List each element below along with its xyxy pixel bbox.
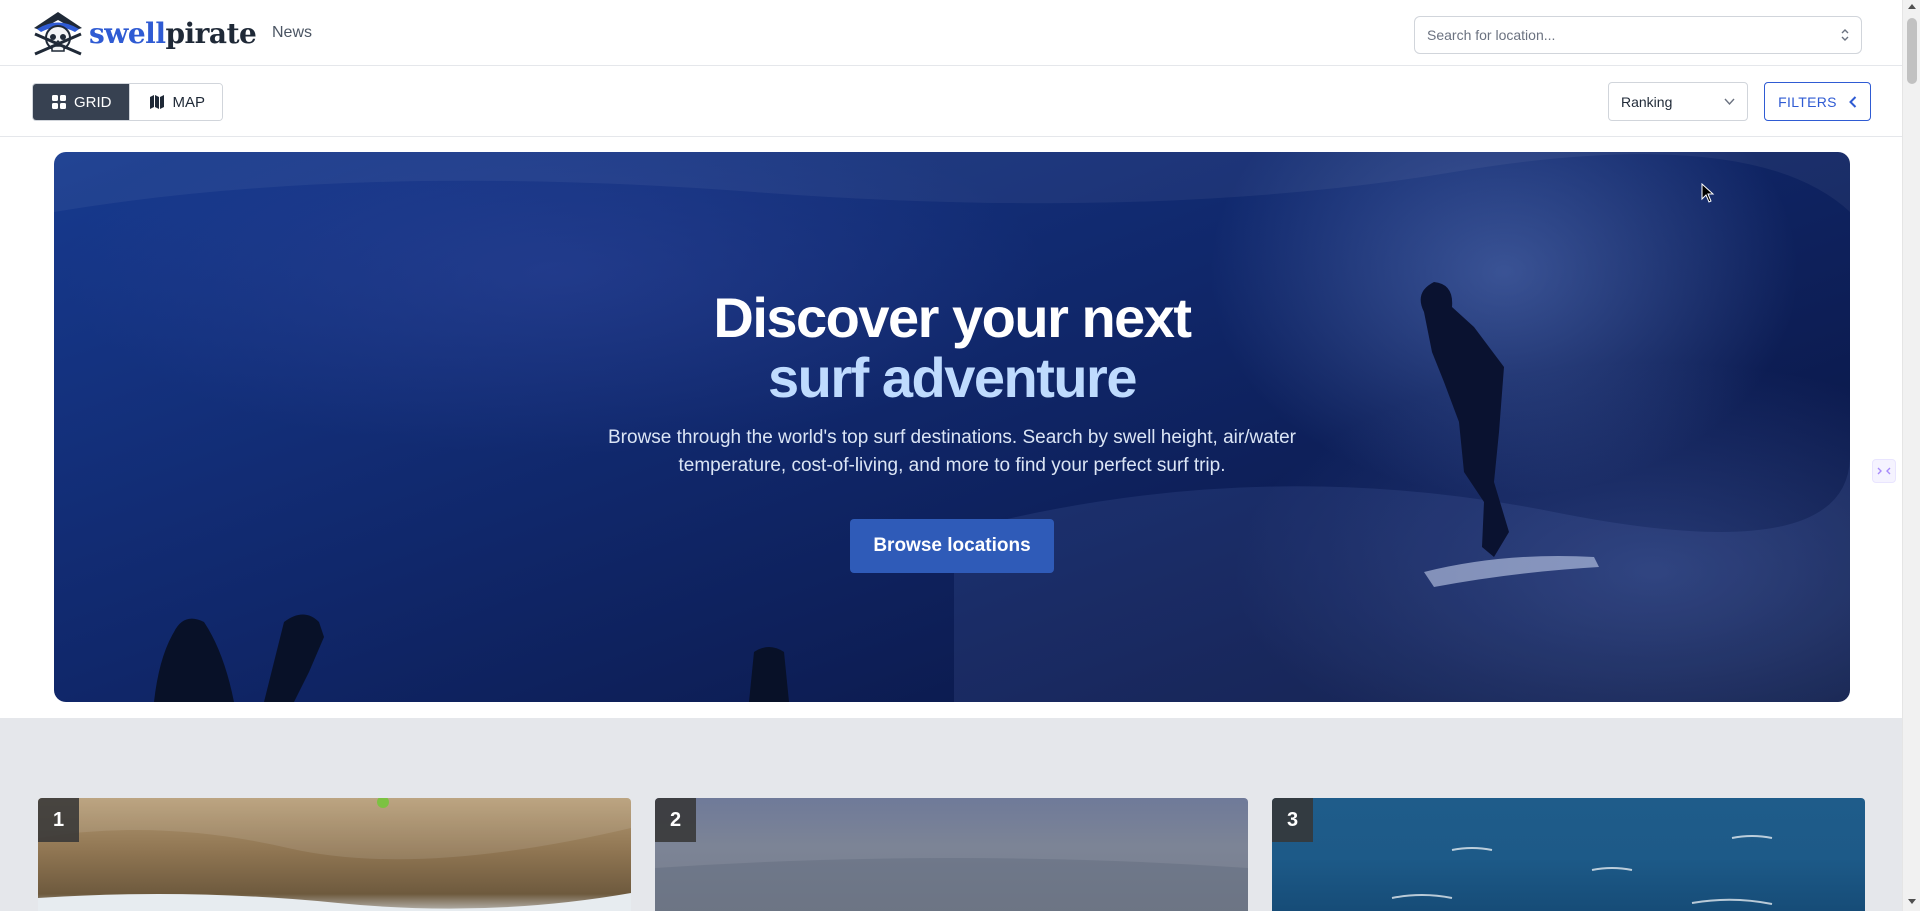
grid-view-label: GRID <box>74 93 112 111</box>
sort-select[interactable]: Ranking <box>1608 82 1748 121</box>
location-search-input[interactable] <box>1415 17 1861 53</box>
page-scrollbar[interactable] <box>1902 0 1920 911</box>
site-logo[interactable]: swellpirate <box>31 8 257 58</box>
hero-title-line-2: surf adventure <box>768 346 1138 409</box>
logo-wordmark: swellpirate <box>89 16 257 50</box>
chevron-left-icon <box>1848 95 1857 108</box>
hero-banner: Discover your next surf adventure Browse… <box>54 152 1850 702</box>
location-search[interactable] <box>1414 16 1862 54</box>
map-icon <box>149 95 164 109</box>
filters-label: FILTERS <box>1778 93 1837 110</box>
scroll-down-arrow-icon[interactable] <box>1908 899 1916 904</box>
pirate-skull-icon <box>34 12 82 56</box>
location-photo <box>655 858 1248 911</box>
location-card[interactable]: 2 <box>655 798 1248 911</box>
extension-widget-icon[interactable] <box>1872 459 1896 483</box>
location-photo <box>38 798 631 911</box>
chevron-down-icon <box>1724 98 1735 106</box>
logo-text-pirate: pirate <box>165 16 257 50</box>
hero-subtitle: Browse through the world's top surf dest… <box>608 427 1296 476</box>
rank-badge: 1 <box>38 798 79 842</box>
sort-selected-value: Ranking <box>1621 93 1673 110</box>
rank-badge: 3 <box>1272 798 1313 842</box>
map-view-label: MAP <box>172 93 206 111</box>
nav-link-news[interactable]: News <box>272 24 312 42</box>
updown-icon <box>1841 29 1849 41</box>
view-toolbar: GRID MAP Ranking FILTERS <box>0 66 1902 137</box>
logo-text-swell: swell <box>89 16 166 50</box>
mouse-cursor-icon <box>1701 183 1715 203</box>
hero-section: Discover your next surf adventure Browse… <box>0 137 1902 718</box>
top-navigation-bar: swellpirate News <box>0 0 1902 66</box>
scrollbar-thumb[interactable] <box>1907 18 1917 84</box>
rank-badge: 2 <box>655 798 696 842</box>
filters-button[interactable]: FILTERS <box>1764 82 1871 121</box>
location-card[interactable]: 1 <box>38 798 631 911</box>
grid-view-button[interactable]: GRID <box>33 84 129 120</box>
location-card[interactable]: 3 <box>1272 798 1865 911</box>
hero-title-line-1: Discover your next <box>713 286 1192 349</box>
view-toggle: GRID MAP <box>32 83 224 121</box>
location-photo <box>1391 835 1773 905</box>
map-view-button[interactable]: MAP <box>128 84 223 120</box>
grid-icon <box>52 95 66 109</box>
scroll-up-arrow-icon[interactable] <box>1908 4 1916 9</box>
locations-grid: 1 2 3 <box>0 718 1902 911</box>
browse-locations-button[interactable]: Browse locations <box>850 519 1054 573</box>
